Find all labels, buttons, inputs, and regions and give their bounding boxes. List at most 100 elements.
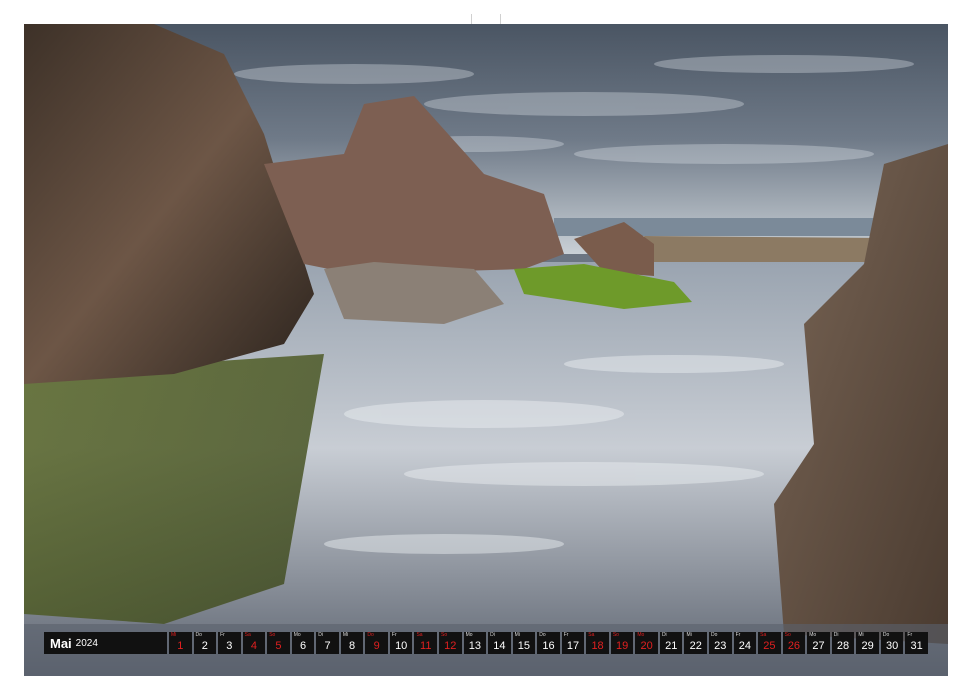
day-number: 12: [444, 640, 457, 652]
day-number: 15: [517, 640, 531, 652]
day-number: 10: [395, 640, 408, 652]
day-number: 20: [640, 640, 653, 652]
day-cell: Fr 17: [561, 632, 585, 654]
day-number: 22: [689, 640, 702, 652]
day-cell: Mi 1: [169, 632, 192, 654]
weekday-label: Mi: [171, 632, 177, 638]
calendar-page: Mai 2024 Mi 1 Do 2 Fr 3 Sa 4 So 5 Mo 6 Di 7 Mi 8 Do 9 Fr 10…: [0, 0, 971, 700]
day-number: 27: [812, 640, 825, 652]
day-number: 14: [493, 640, 506, 652]
weekday-label: So: [441, 632, 448, 638]
day-number: 1: [177, 640, 184, 652]
weekday-label: Fr: [391, 632, 397, 638]
day-cells: Mi 1 Do 2 Fr 3 Sa 4 So 5 Mo 6 Di 7 Mi 8 Do 9 Fr 10 Sa 11 So 12 M…: [169, 632, 928, 656]
weekday-label: So: [612, 632, 619, 638]
weekday-label: Sa: [244, 632, 251, 638]
day-number: 3: [226, 640, 233, 652]
day-cell: So 12: [439, 632, 462, 654]
weekday-label: Mo: [637, 632, 645, 638]
month-label: Mai 2024: [44, 632, 167, 654]
weekday-label: Mi: [686, 632, 692, 638]
day-cell: Di 7: [316, 632, 339, 654]
day-number: 6: [299, 640, 307, 652]
day-number: 28: [836, 640, 850, 652]
day-cell: Mo 6: [291, 632, 315, 654]
day-cell: So 26: [782, 632, 806, 654]
weekday-label: So: [269, 632, 276, 638]
day-number: 29: [861, 640, 874, 652]
weekday-label: Di: [318, 632, 324, 638]
day-number: 9: [373, 640, 380, 652]
weekday-label: Fr: [563, 632, 569, 638]
weekday-label: Sa: [760, 632, 767, 638]
weekday-label: Di: [661, 632, 667, 638]
day-cell: Mi 15: [512, 632, 536, 654]
day-cell: Do 23: [709, 632, 732, 654]
day-cell: Mo 20: [635, 632, 658, 654]
day-cell: So 19: [610, 632, 634, 654]
day-number: 26: [787, 640, 801, 652]
weekday-label: Sa: [588, 632, 595, 638]
month-name: Mai: [50, 635, 72, 651]
weekday-label: Fr: [907, 632, 913, 638]
weekday-label: Do: [711, 632, 718, 638]
day-cell: Mo 13: [463, 632, 487, 654]
day-cell: Fr 24: [733, 632, 757, 654]
weekday-label: Do: [367, 632, 374, 638]
day-cell: Do 30: [880, 632, 904, 654]
day-cell: Mi 29: [856, 632, 879, 654]
day-number: 24: [738, 640, 751, 652]
day-cell: Mo 27: [807, 632, 830, 654]
day-cell: Fr 31: [905, 632, 928, 654]
day-cell: Sa 11: [414, 632, 438, 654]
day-number: 21: [665, 640, 678, 652]
day-cell: So 5: [267, 632, 290, 654]
day-number: 30: [886, 640, 899, 652]
day-number: 8: [349, 640, 356, 652]
weekday-label: Do: [195, 632, 202, 638]
day-cell: Mi 22: [684, 632, 708, 654]
day-cell: Sa 18: [586, 632, 609, 654]
day-number: 18: [591, 640, 604, 652]
day-cell: Do 16: [537, 632, 560, 654]
day-cell: Di 28: [831, 632, 855, 654]
weekday-label: Di: [833, 632, 839, 638]
weekday-label: Di: [490, 632, 495, 638]
day-cell: Sa 4: [242, 632, 266, 654]
day-cell: Mi 8: [340, 632, 364, 654]
weekday-label: Mi: [514, 632, 520, 638]
day-cell: Do 9: [365, 632, 388, 654]
day-number: 25: [763, 640, 776, 652]
day-cell: Fr 3: [218, 632, 241, 654]
day-number: 7: [324, 640, 331, 652]
day-cell: Di 21: [659, 632, 683, 654]
weekday-label: Do: [882, 632, 890, 638]
day-cell: Do 2: [193, 632, 217, 654]
day-number: 19: [615, 640, 629, 652]
day-number: 13: [468, 640, 481, 652]
weekday-label: Mo: [293, 632, 301, 638]
day-cell: Sa 25: [758, 632, 781, 654]
day-number: 5: [275, 640, 282, 652]
rock-pool-scene: [24, 24, 948, 676]
weekday-label: Mo: [465, 632, 473, 638]
beach: [644, 236, 884, 266]
landscape-photo: [24, 24, 948, 676]
day-number: 4: [250, 640, 257, 652]
day-number: 17: [566, 640, 580, 652]
weekday-label: Fr: [220, 632, 225, 638]
mossy-reflection: [24, 354, 324, 624]
day-number: 16: [542, 640, 555, 652]
day-number: 11: [420, 640, 432, 652]
day-number: 2: [201, 640, 208, 652]
weekday-label: So: [784, 632, 791, 638]
weekday-label: Mi: [342, 632, 349, 638]
year: 2024: [75, 637, 98, 649]
weekday-label: Fr: [735, 632, 741, 638]
day-number: 31: [910, 640, 923, 652]
day-cell: Di 14: [488, 632, 511, 654]
day-number: 23: [714, 640, 727, 652]
weekday-label: Sa: [416, 632, 423, 638]
weekday-label: Mo: [809, 632, 817, 638]
day-cell: Fr 10: [389, 632, 413, 654]
